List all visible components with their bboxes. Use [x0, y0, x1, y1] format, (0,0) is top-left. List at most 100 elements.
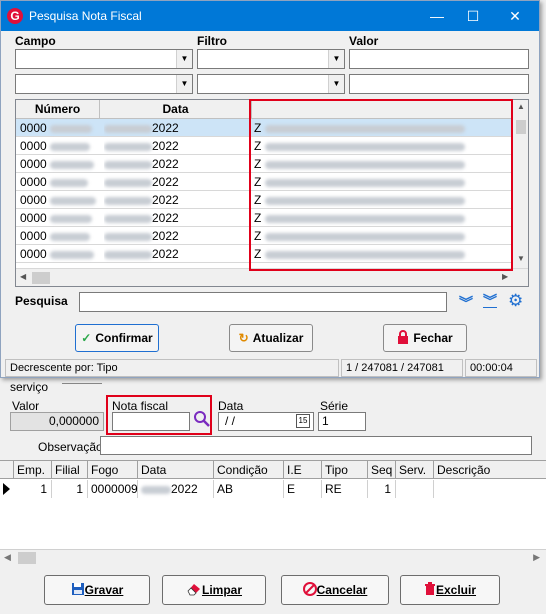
cell-emp[interactable]: 1 — [14, 480, 52, 498]
chevron-down-icon[interactable]: ▼ — [328, 75, 344, 93]
filtro-select-1[interactable]: ▼ — [197, 49, 345, 69]
redacted-blur — [104, 178, 152, 187]
cell-numero-text: 0000 — [20, 139, 47, 153]
cell-numero-text: 0000 — [20, 211, 47, 225]
excluir-button[interactable]: Excluir — [400, 575, 500, 605]
cell-condicao[interactable]: AB — [214, 480, 284, 498]
title-bar[interactable]: G Pesquisa Nota Fiscal — ☐ ✕ — [1, 1, 539, 31]
chevron-down-icon[interactable]: ▼ — [176, 50, 192, 68]
redacted-blur — [141, 485, 171, 494]
cell-descricao[interactable] — [434, 480, 546, 498]
col-seq[interactable]: Seq — [368, 461, 396, 479]
redacted-blur — [50, 160, 95, 169]
filtro-select-2[interactable]: ▼ — [197, 74, 345, 94]
scroll-down-icon[interactable]: ▼ — [517, 254, 525, 263]
campo-select-2[interactable]: ▼ — [15, 74, 193, 94]
status-time: 00:00:04 — [465, 359, 537, 377]
serie-input[interactable]: 1 — [318, 412, 366, 431]
cell-numero[interactable]: 0000 — [20, 209, 100, 227]
observacao-input[interactable] — [100, 436, 532, 455]
scroll-thumb[interactable] — [18, 552, 36, 564]
col-emp[interactable]: Emp. — [14, 461, 52, 479]
cell-data[interactable]: 2022 — [104, 191, 252, 209]
confirmar-button[interactable]: ✓ Confirmar — [75, 324, 159, 352]
cell-data[interactable]: 2022 — [104, 245, 252, 263]
campo-label: Campo — [15, 34, 56, 48]
hscroll-thumb[interactable] — [32, 272, 50, 284]
col-data[interactable]: Data — [138, 461, 214, 479]
valor-input-1[interactable] — [349, 49, 529, 69]
scroll-right-icon[interactable]: ▶ — [502, 272, 508, 281]
cell-numero[interactable]: 0000 — [20, 191, 100, 209]
pesquisa-input[interactable] — [79, 292, 447, 312]
col-condicao[interactable]: Condição — [214, 461, 284, 479]
col-filial[interactable]: Filial — [52, 461, 88, 479]
cell-data[interactable]: 2022 — [104, 227, 252, 245]
gravar-button[interactable]: Gravar — [44, 575, 150, 605]
redacted-blur — [104, 142, 152, 151]
col-descricao[interactable]: Descrição — [434, 461, 546, 479]
vscroll-thumb[interactable] — [516, 120, 526, 134]
campo-select-1[interactable]: ▼ — [15, 49, 193, 69]
cell-numero[interactable]: 0000 — [20, 155, 100, 173]
double-chevron-down-icon[interactable]: ︾ — [459, 293, 473, 313]
cell-numero[interactable]: 0000 — [20, 245, 100, 263]
cell-ie[interactable]: E — [284, 480, 322, 498]
col-serv[interactable]: Serv. — [396, 461, 434, 479]
cell-data[interactable]: 2022 — [104, 155, 252, 173]
horizontal-scrollbar[interactable]: ◀ ▶ — [0, 549, 546, 566]
close-icon[interactable]: ✕ — [497, 1, 533, 31]
limpar-button[interactable]: Limpar — [162, 575, 266, 605]
cell-filial[interactable]: 1 — [52, 480, 88, 498]
cell-data-text: 2022 — [152, 211, 179, 225]
eraser-icon — [186, 583, 202, 597]
valor-input-2[interactable] — [349, 74, 529, 94]
col-numero[interactable]: Número — [16, 100, 100, 119]
servico-divider — [62, 383, 102, 384]
chevron-down-icon[interactable]: ▼ — [328, 50, 344, 68]
redacted-blur — [50, 214, 93, 223]
cancelar-button[interactable]: Cancelar — [281, 575, 389, 605]
valor-filter-label: Valor — [349, 34, 379, 48]
maximize-icon[interactable]: ☐ — [455, 1, 491, 31]
chevron-down-icon[interactable]: ▼ — [176, 75, 192, 93]
cell-numero[interactable]: 0000 — [20, 137, 100, 155]
scroll-left-icon[interactable]: ◀ — [20, 272, 26, 281]
gear-icon[interactable]: ⚙ — [508, 291, 523, 311]
cell-data[interactable]: 2022 — [104, 137, 252, 155]
col-fogo[interactable]: Fogo — [88, 461, 138, 479]
fechar-label: Fechar — [413, 331, 453, 345]
check-icon: ✓ — [81, 331, 92, 345]
minimize-icon[interactable]: — — [419, 1, 455, 31]
cell-seq[interactable]: 1 — [368, 480, 396, 498]
cell-data[interactable]: 2022 — [104, 119, 252, 137]
double-chevron-down-underline-icon[interactable]: ︾ — [483, 291, 497, 311]
cell-data[interactable]: 2022 — [104, 173, 252, 191]
redacted-blur — [50, 178, 89, 187]
data-label: Data — [218, 399, 244, 413]
cell-numero[interactable]: 0000 — [20, 119, 100, 137]
scroll-right-icon[interactable]: ▶ — [533, 552, 540, 563]
cell-data[interactable]: 2022 — [138, 480, 214, 498]
col-ie[interactable]: I.E — [284, 461, 322, 479]
cell-fogo[interactable]: 0000009 — [88, 480, 138, 498]
col-data-header[interactable]: Data — [100, 100, 252, 119]
redacted-blur — [104, 214, 152, 223]
cell-serv[interactable] — [396, 480, 434, 498]
col-tipo[interactable]: Tipo — [322, 461, 368, 479]
vertical-scrollbar[interactable]: ▲ ▼ — [512, 100, 528, 268]
items-grid[interactable]: Emp. Filial Fogo Data Condição I.E Tipo … — [0, 460, 546, 566]
redacted-blur — [50, 124, 93, 133]
observacao-label: Observação — [38, 440, 103, 454]
cell-numero[interactable]: 0000 — [20, 227, 100, 245]
calendar-icon[interactable]: 15 — [296, 414, 310, 428]
fechar-button[interactable]: Fechar — [383, 324, 467, 352]
cell-numero[interactable]: 0000 — [20, 173, 100, 191]
atualizar-button[interactable]: ↻ Atualizar — [229, 324, 313, 352]
cell-numero-text: 0000 — [20, 121, 47, 135]
scroll-left-icon[interactable]: ◀ — [4, 552, 11, 563]
valor-label: Valor — [12, 399, 40, 413]
cell-data[interactable]: 2022 — [104, 209, 252, 227]
scroll-up-icon[interactable]: ▲ — [517, 102, 525, 111]
cell-tipo[interactable]: RE — [322, 480, 368, 498]
